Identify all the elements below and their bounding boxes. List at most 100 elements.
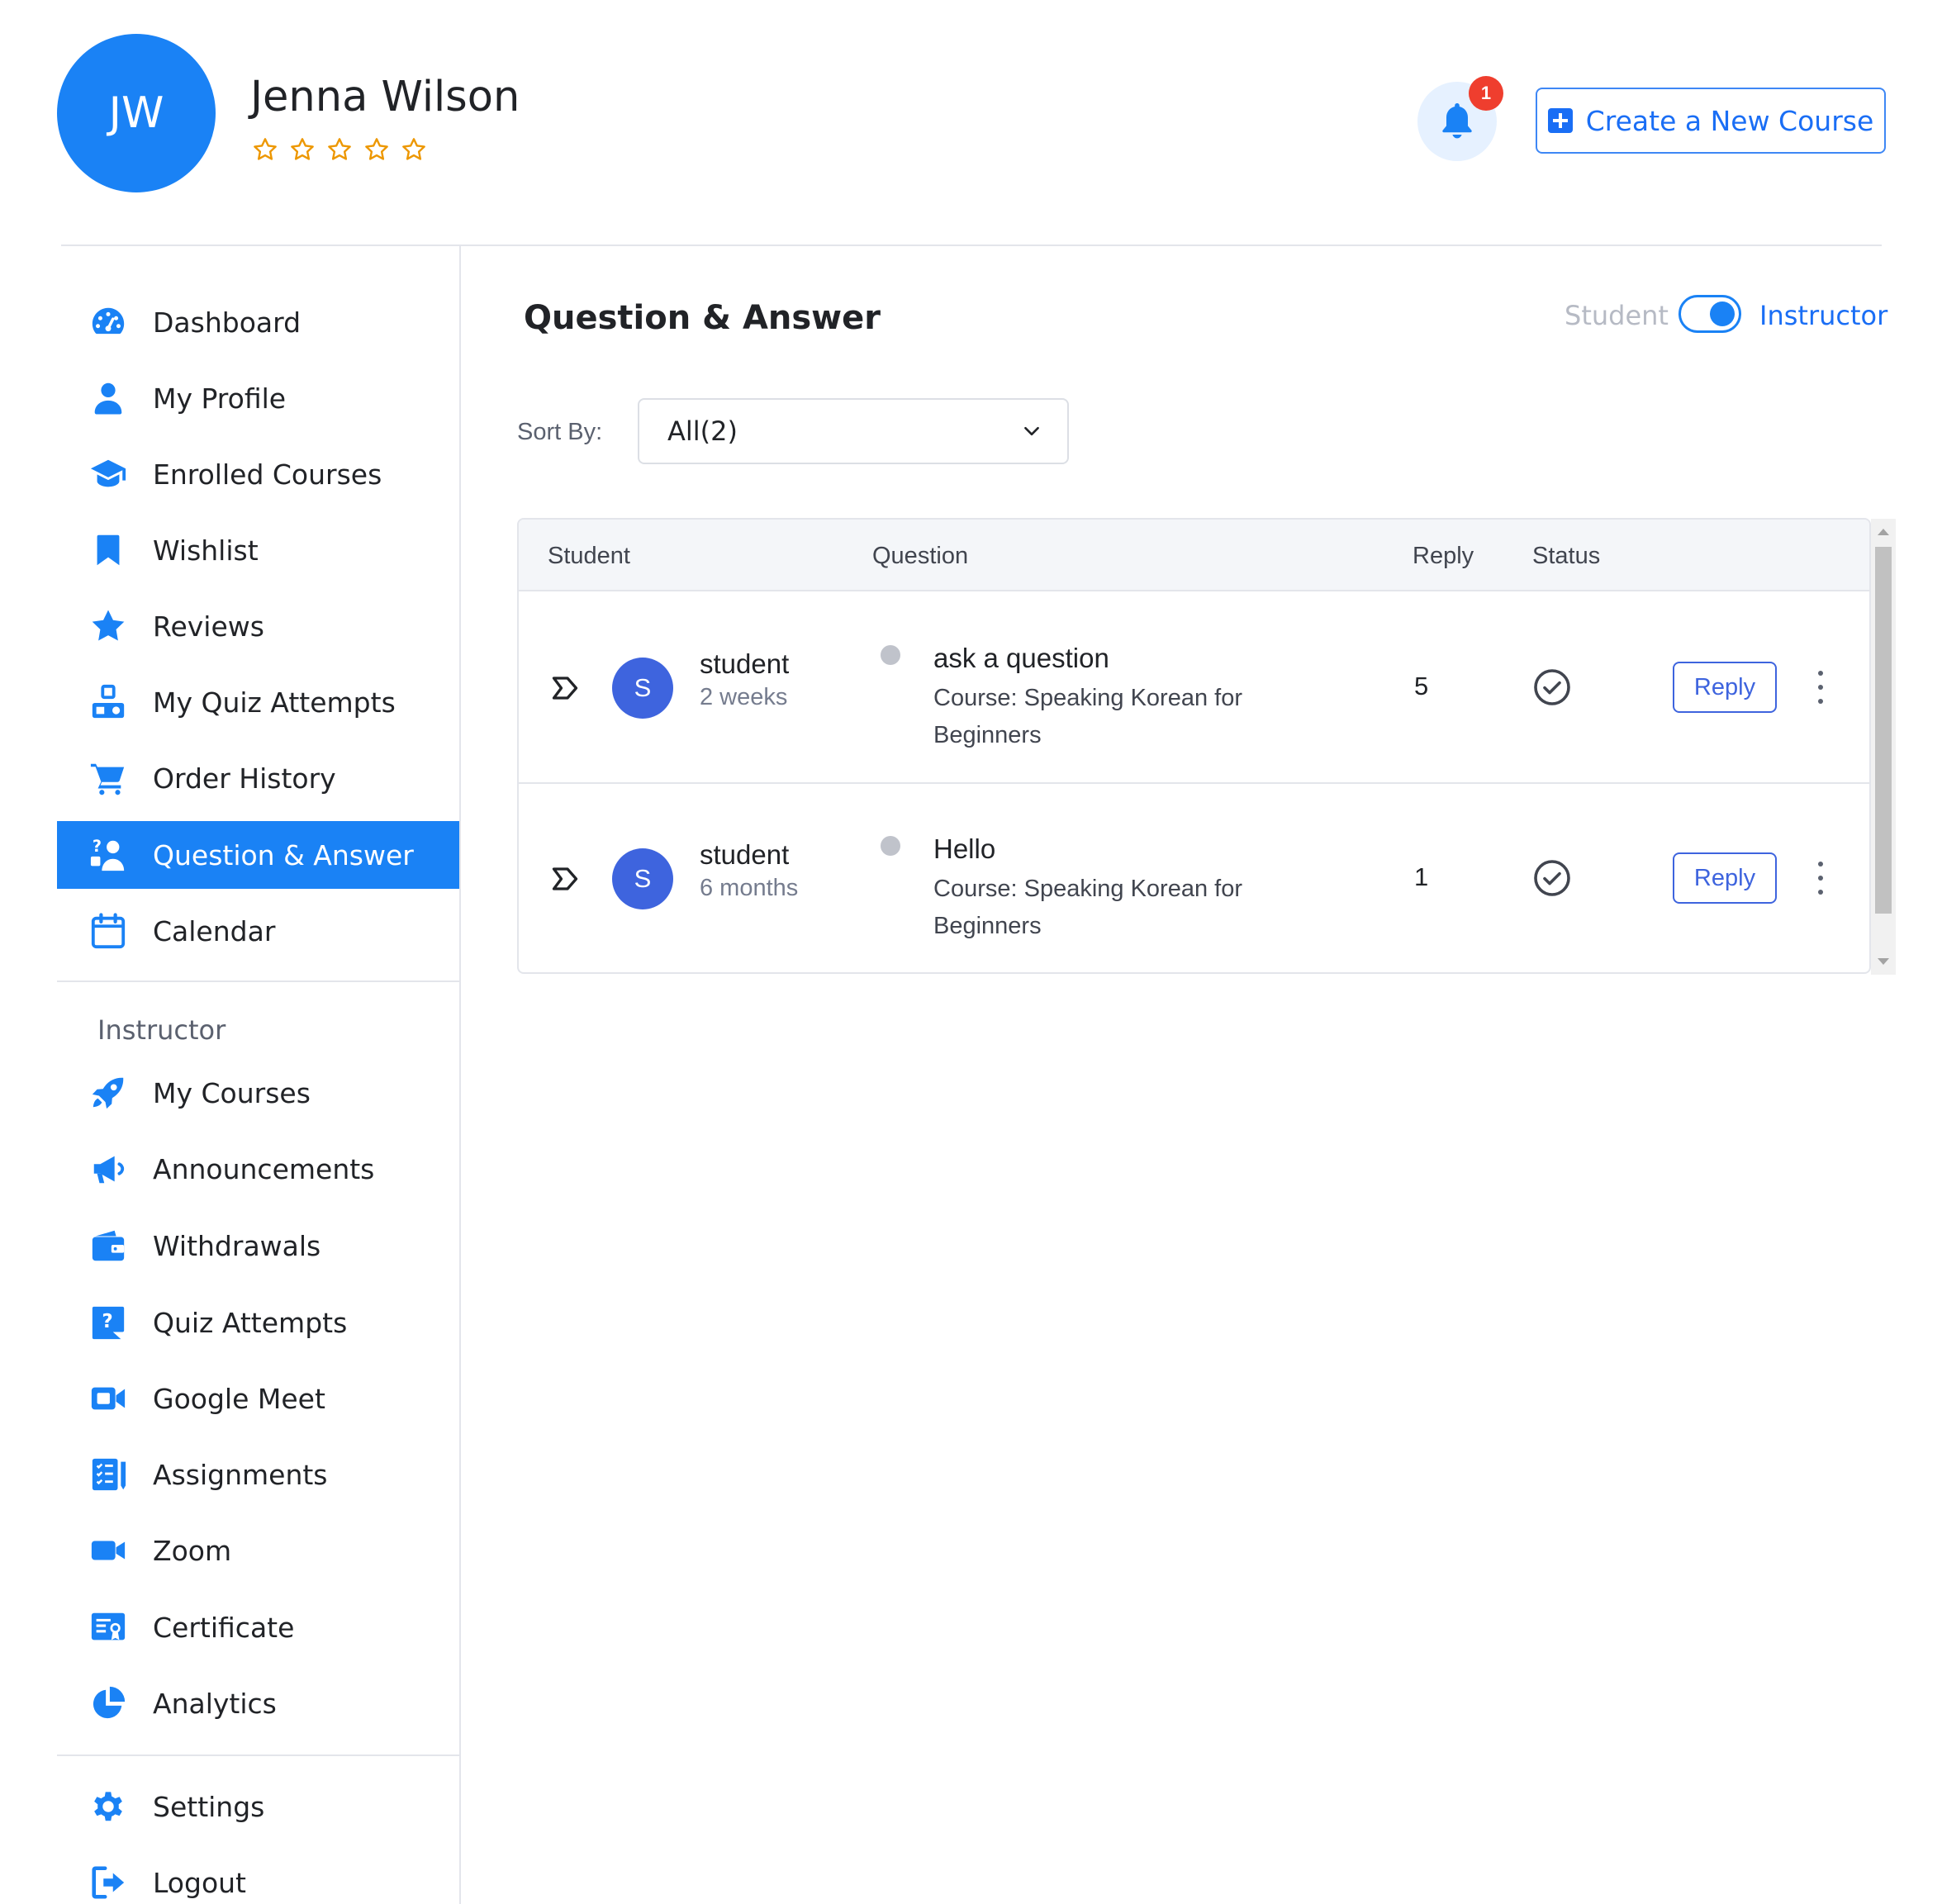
star-outline-icon [402,138,425,160]
scroll-down-arrow[interactable] [1878,958,1889,965]
unread-dot [881,645,900,665]
sidebar-item-label: Question & Answer [153,838,414,871]
header-divider [61,245,1882,246]
question-answer-icon: ? [88,835,128,875]
sidebar-item-quiz-attempts[interactable]: ? Quiz Attempts [57,1289,459,1356]
star-outline-icon [328,138,351,160]
sidebar-item-logout[interactable]: Logout [57,1849,459,1904]
scrollbar-thumb[interactable] [1875,547,1892,914]
sidebar-item-order-history[interactable]: Order History [57,744,459,812]
sidebar-item-label: My Profile [153,382,287,415]
sidebar-item-my-profile[interactable]: My Profile [57,364,459,432]
dashboard-icon [88,302,128,342]
bell-icon [1442,103,1472,139]
graduation-cap-icon [88,454,128,494]
student-name: student [700,839,790,870]
scroll-up-arrow[interactable] [1878,529,1889,535]
pie-chart-icon [88,1683,128,1723]
svg-text:?: ? [93,837,102,856]
megaphone-icon [88,1149,128,1189]
sidebar-item-question-answer[interactable]: ? Question & Answer [57,821,459,889]
rocket-icon [88,1073,128,1113]
sidebar-item-analytics[interactable]: Analytics [57,1669,459,1737]
sort-select[interactable]: All(2) [638,398,1069,464]
sidebar-item-certificate[interactable]: Certificate [57,1593,459,1661]
plus-square-icon [1547,108,1573,133]
sidebar-separator [57,1754,459,1756]
more-options-icon[interactable] [1814,671,1827,704]
sidebar-item-label: Announcements [153,1152,375,1185]
sidebar-item-label: Enrolled Courses [153,458,382,491]
page-title: Question & Answer [524,299,881,337]
sidebar-item-announcements[interactable]: Announcements [57,1135,459,1203]
sidebar-item-label: Quiz Attempts [153,1306,348,1339]
sidebar-item-settings[interactable]: Settings [57,1773,459,1840]
star-icon [88,606,128,646]
unread-dot [881,836,900,856]
quiz-question-icon: ? [88,1303,128,1342]
sidebar-item-label: Withdrawals [153,1229,321,1262]
question-title[interactable]: ask a question [933,643,1109,674]
question-course: Course: Speaking Korean for Beginners [933,876,1242,939]
sidebar-item-wishlist[interactable]: Wishlist [57,516,459,584]
check-circle-icon [1534,669,1570,705]
star-outline-icon [254,138,277,160]
expand-arrow-icon[interactable] [550,864,580,894]
star-outline-icon [365,138,388,160]
sidebar-item-my-quiz-attempts[interactable]: My Quiz Attempts [57,668,459,736]
more-options-icon[interactable] [1814,862,1827,895]
sidebar-item-label: Dashboard [153,306,302,339]
quiz-attempts-icon [88,682,128,722]
reply-button[interactable]: Reply [1673,662,1777,713]
table-scrollbar[interactable] [1871,519,1896,975]
role-toggle[interactable] [1678,295,1741,333]
cart-icon [88,758,128,798]
sidebar-item-google-meet[interactable]: Google Meet [57,1365,459,1432]
question-title[interactable]: Hello [933,833,995,865]
sidebar-item-label: Certificate [153,1611,295,1644]
table-row[interactable]: S student 2 weeks ask a question Course:… [519,593,1869,784]
create-course-label: Create a New Course [1585,104,1874,137]
assignments-icon [88,1455,128,1494]
create-course-button[interactable]: Create a New Course [1536,88,1886,154]
user-icon [88,378,128,418]
sidebar-item-dashboard[interactable]: Dashboard [57,288,459,356]
zoom-camera-icon [88,1531,128,1570]
rating-stars [252,136,427,163]
sidebar-item-label: Reviews [153,610,264,643]
sidebar-item-reviews[interactable]: Reviews [57,592,459,660]
sidebar-item-label: My Courses [153,1076,311,1109]
sort-select-value: All(2) [667,415,738,447]
sidebar-item-label: Analytics [153,1687,277,1720]
notification-badge: 1 [1469,76,1503,111]
expand-arrow-icon[interactable] [550,673,580,703]
student-avatar: S [612,658,673,719]
column-header-reply: Reply [1413,543,1474,569]
column-header-question: Question [872,543,969,569]
sidebar-item-assignments[interactable]: Assignments [57,1441,459,1508]
reply-button[interactable]: Reply [1673,852,1777,904]
table-row[interactable]: S student 6 months Hello Course: Speakin… [519,784,1869,972]
sidebar-item-zoom[interactable]: Zoom [57,1517,459,1584]
sidebar-separator [57,980,459,982]
sidebar-item-withdrawals[interactable]: Withdrawals [57,1212,459,1280]
wallet-icon [88,1226,128,1265]
question-time: 6 months [700,875,799,901]
sidebar-item-calendar[interactable]: Calendar [57,897,459,965]
star-outline-icon [291,138,314,160]
reply-count: 1 [1414,862,1429,891]
svg-text:?: ? [102,1311,112,1332]
sidebar-divider [459,246,461,1904]
toggle-student-label[interactable]: Student [1565,300,1669,331]
user-avatar[interactable]: JW [57,34,216,192]
bookmark-icon [88,530,128,570]
question-course: Course: Speaking Korean for Beginners [933,685,1242,748]
chevron-down-icon [1024,426,1039,436]
sidebar-item-my-courses[interactable]: My Courses [57,1059,459,1127]
toggle-instructor-label[interactable]: Instructor [1759,300,1887,331]
sidebar-item-enrolled-courses[interactable]: Enrolled Courses [57,440,459,508]
sidebar-item-label: Settings [153,1790,265,1823]
sidebar-item-label: Logout [153,1866,246,1899]
student-name: student [700,648,790,679]
user-name: Jenna Wilson [250,73,520,121]
